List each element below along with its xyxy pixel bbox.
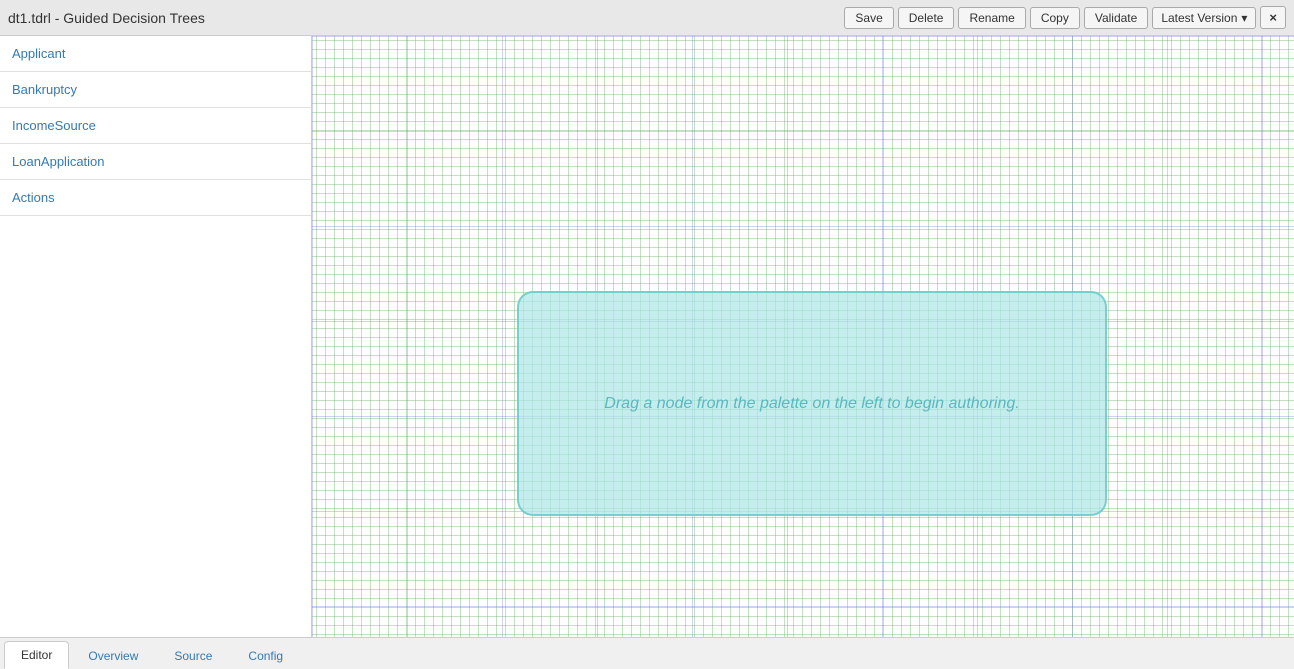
sidebar-item-label: LoanApplication (12, 154, 105, 169)
tab-source-label: Source (174, 649, 212, 663)
tab-config-label: Config (248, 649, 283, 663)
sidebar-item-applicant[interactable]: Applicant (0, 36, 311, 72)
tab-editor[interactable]: Editor (4, 641, 69, 669)
sidebar-item-label: Actions (12, 190, 55, 205)
tab-overview-label: Overview (88, 649, 138, 663)
tab-source[interactable]: Source (157, 642, 229, 669)
sidebar-item-label: Applicant (12, 46, 65, 61)
tab-config[interactable]: Config (231, 642, 300, 669)
toolbar-buttons: Save Delete Rename Copy Validate Latest … (844, 6, 1286, 29)
sidebar-item-label: IncomeSource (12, 118, 96, 133)
sidebar-palette: Applicant Bankruptcy IncomeSource LoanAp… (0, 36, 312, 637)
title-bar: dt1.tdrl - Guided Decision Trees Save De… (0, 0, 1294, 36)
sidebar-item-bankruptcy[interactable]: Bankruptcy (0, 72, 311, 108)
sidebar-item-incomesource[interactable]: IncomeSource (0, 108, 311, 144)
delete-button[interactable]: Delete (898, 7, 955, 29)
chevron-down-icon: ▾ (1241, 11, 1247, 25)
save-button[interactable]: Save (844, 7, 893, 29)
validate-button[interactable]: Validate (1084, 7, 1148, 29)
drop-zone[interactable]: Drag a node from the palette on the left… (517, 291, 1107, 516)
canvas-area[interactable]: Drag a node from the palette on the left… (312, 36, 1294, 637)
latest-version-button[interactable]: Latest Version ▾ (1152, 7, 1256, 29)
close-button[interactable]: × (1260, 6, 1286, 29)
page-title: dt1.tdrl - Guided Decision Trees (8, 10, 205, 26)
tab-bar: Editor Overview Source Config (0, 637, 1294, 669)
main-content: Applicant Bankruptcy IncomeSource LoanAp… (0, 36, 1294, 637)
drop-zone-text: Drag a node from the palette on the left… (604, 395, 1019, 413)
copy-button[interactable]: Copy (1030, 7, 1080, 29)
tab-editor-label: Editor (21, 648, 52, 662)
latest-version-label: Latest Version (1161, 11, 1237, 25)
sidebar-item-actions[interactable]: Actions (0, 180, 311, 216)
sidebar-item-loanapplication[interactable]: LoanApplication (0, 144, 311, 180)
rename-button[interactable]: Rename (958, 7, 1025, 29)
tab-overview[interactable]: Overview (71, 642, 155, 669)
sidebar-item-label: Bankruptcy (12, 82, 77, 97)
